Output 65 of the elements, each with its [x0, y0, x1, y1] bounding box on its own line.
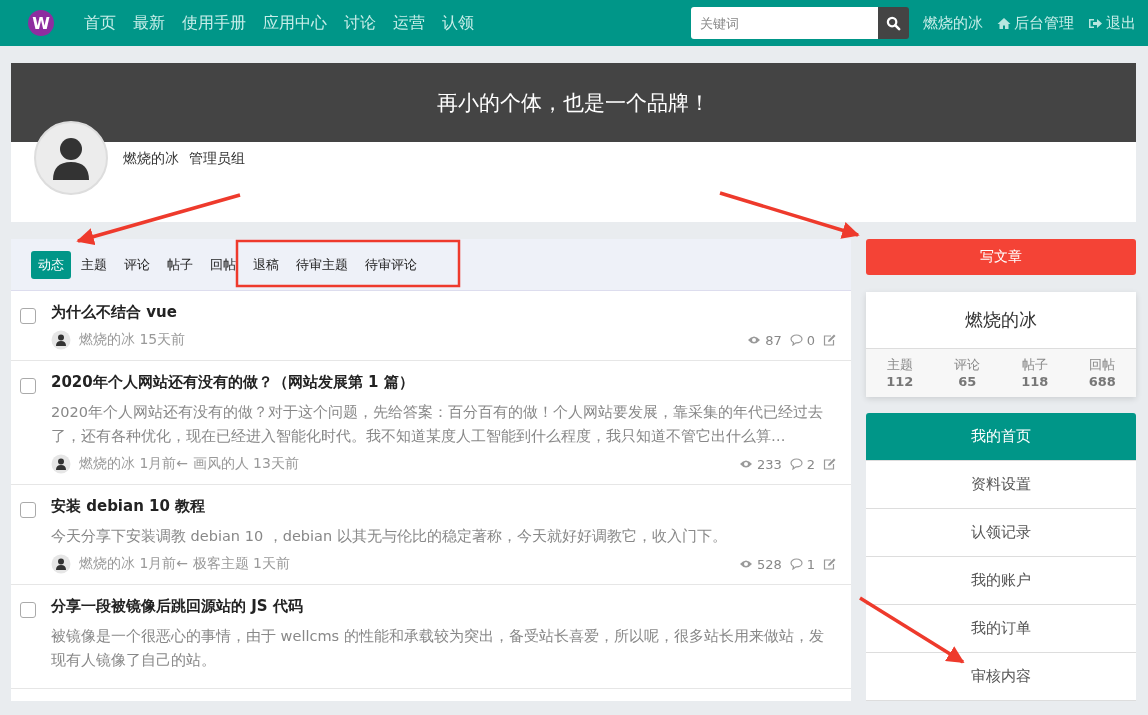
user-group: 管理员组 — [189, 150, 245, 168]
post-checkbox[interactable] — [20, 502, 36, 518]
post-title[interactable]: 为什么不结合 vue — [51, 303, 836, 322]
stat-value: 688 — [1088, 374, 1116, 389]
filter-tab[interactable]: 回帖 — [203, 250, 243, 279]
post-meta: 燃烧的冰 1月前← 极客主题 1天前 — [79, 555, 290, 573]
write-article-button[interactable]: 写文章 — [866, 239, 1136, 275]
view-count: 233 — [756, 456, 782, 472]
author-avatar-icon — [51, 554, 71, 574]
search-field[interactable]: 关键词 — [691, 7, 878, 39]
filter-tab[interactable]: 待审评论 — [358, 250, 424, 279]
filter-tab[interactable]: 动态 — [31, 250, 71, 279]
post-checkbox[interactable] — [20, 378, 36, 394]
search-button[interactable] — [878, 7, 909, 39]
avatar-icon — [33, 120, 109, 196]
post-meta: 燃烧的冰 15天前 — [79, 331, 186, 349]
comment-count: 0 — [806, 332, 815, 348]
edit-icon[interactable] — [823, 458, 836, 470]
sidebar-menu-item[interactable]: 审核内容 — [866, 653, 1136, 701]
author-avatar-icon — [51, 330, 71, 350]
stat-label: 主题 — [886, 357, 913, 374]
eye-icon — [738, 559, 753, 569]
author-avatar-icon — [51, 454, 71, 474]
search-icon — [886, 15, 901, 31]
post-checkbox[interactable] — [20, 602, 36, 618]
sidebar-menu-item[interactable]: 资料设置 — [866, 461, 1136, 509]
post-excerpt: 今天分享下安装调教 debian 10 ，debian 以其无与伦比的稳定著称，今天就好好调教它，收入门下。 — [51, 527, 728, 546]
stat-value: 112 — [886, 374, 914, 389]
filter-tab[interactable]: 评论 — [117, 250, 157, 279]
filter-tab[interactable]: 待审主题 — [289, 250, 355, 279]
view-count: 528 — [756, 556, 782, 572]
edit-icon[interactable] — [823, 334, 836, 346]
comment-icon — [789, 458, 803, 470]
sidebar-menu-item[interactable]: 我的账户 — [866, 557, 1136, 605]
post-title[interactable]: 安装 debian 10 教程 — [51, 497, 836, 516]
eye-icon — [738, 459, 753, 469]
comment-icon — [789, 558, 803, 570]
filter-tab[interactable]: 帖子 — [160, 250, 200, 279]
stat-label: 帖子 — [1021, 357, 1048, 374]
stat-value: 118 — [1021, 374, 1049, 389]
eye-icon — [747, 335, 762, 345]
post-title[interactable]: 2020年个人网站还有没有的做？（网站发展第 1 篇） — [51, 373, 836, 392]
stat-value: 65 — [958, 374, 977, 389]
sidebar-menu-item[interactable]: 我的订单 — [866, 605, 1136, 653]
post-excerpt: 被镜像是一个很恶心的事情，由于 wellcms 的性能和承载较为突出，备受站长喜爱，所以呢，很多站长用来做站，发现有人镜像了自己的站。 — [51, 627, 825, 670]
stat-label: 评论 — [954, 357, 981, 374]
logout-icon — [1088, 16, 1103, 30]
comment-count: 2 — [806, 456, 815, 472]
comment-icon — [789, 334, 803, 346]
home-icon — [997, 16, 1011, 30]
comment-count: 1 — [806, 556, 815, 572]
sidebar-menu-item[interactable]: 认领记录 — [866, 509, 1136, 557]
site-logo[interactable]: W — [28, 10, 54, 36]
post-title[interactable]: 分享一段被镜像后跳回源站的 JS 代码 — [51, 597, 836, 616]
view-count: 87 — [765, 332, 782, 348]
filter-tab[interactable]: 主题 — [74, 250, 114, 279]
post-meta: 燃烧的冰 1月前← 画风的人 13天前 — [79, 455, 299, 473]
edit-icon[interactable] — [823, 558, 836, 570]
banner-slogan: 再小的个体，也是一个品牌！ — [437, 89, 710, 117]
filter-tab[interactable]: 退稿 — [246, 250, 286, 279]
post-checkbox[interactable] — [20, 308, 36, 324]
stat-label: 回帖 — [1089, 357, 1116, 374]
profile-username: 燃烧的冰 — [123, 150, 179, 168]
sidebar-menu-item[interactable]: 我的首页 — [866, 413, 1136, 461]
post-excerpt: 2020年个人网站还有没有的做？对于这个问题，先给答案：百分百有的做！个人网站要发展，靠采集的年代已经过去了，还有各种优化，现在已经进入智能化时代。我不知道某度人工智能到什么程度，我只知道不管它出什么算… — [51, 403, 824, 446]
